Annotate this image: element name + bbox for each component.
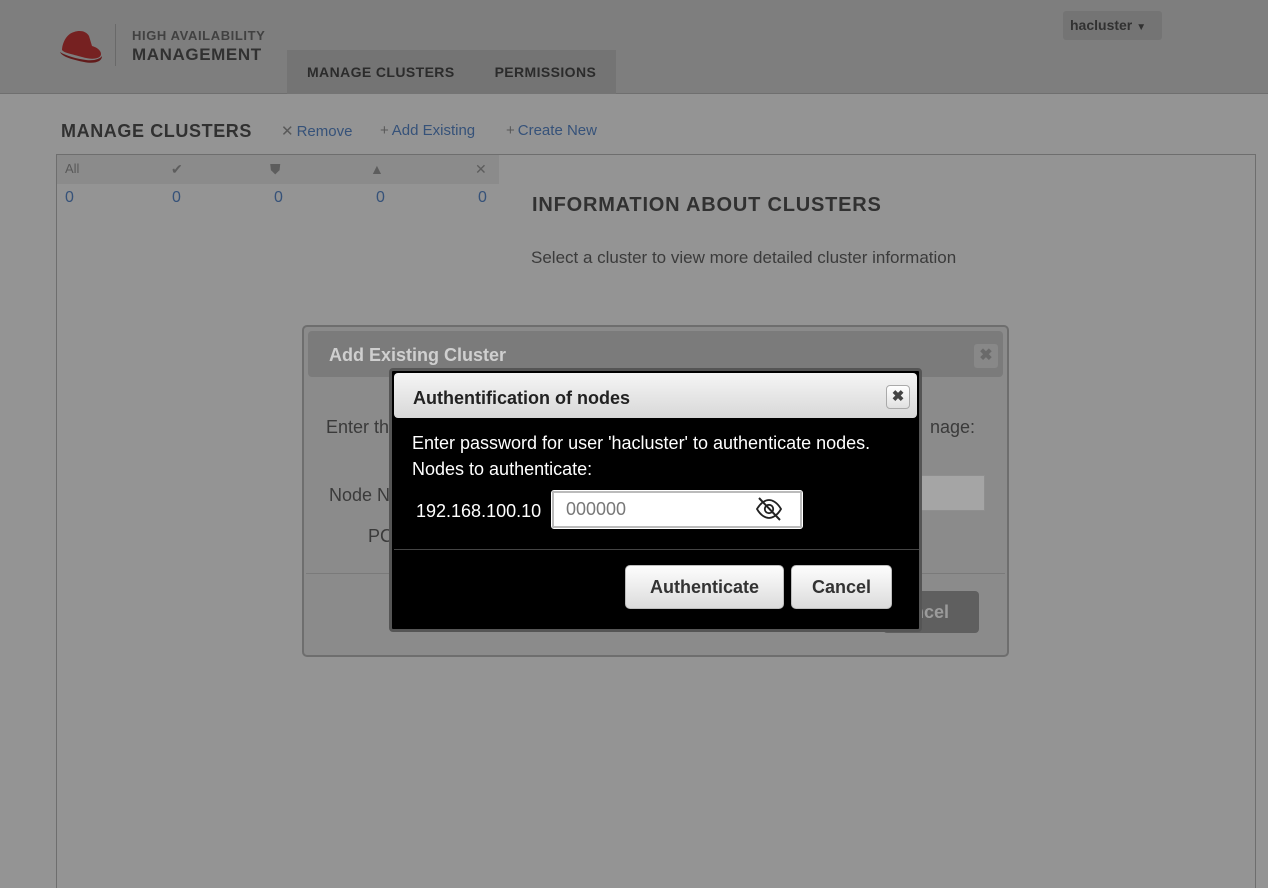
authentication-dialog: Authentification of nodes ✖ Enter passwo…	[389, 368, 922, 632]
dialog-titlebar: Authentification of nodes ✖	[394, 373, 917, 418]
authenticate-button[interactable]: Authenticate	[625, 565, 784, 609]
close-icon[interactable]: ✖	[974, 344, 998, 368]
close-icon[interactable]: ✖	[886, 385, 910, 409]
dialog-divider	[394, 549, 919, 550]
auth-instructions: Enter password for user 'hacluster' to a…	[412, 433, 871, 453]
dialog-title: Add Existing Cluster	[329, 345, 507, 365]
dialog-instructions-right: nage:	[930, 417, 976, 437]
eye-slash-icon[interactable]	[754, 495, 784, 523]
dialog-instructions-left: Enter th	[326, 417, 390, 437]
node-address: 192.168.100.10	[416, 501, 542, 521]
dialog-title: Authentification of nodes	[413, 388, 630, 408]
nodes-label: Nodes to authenticate:	[412, 459, 593, 479]
cancel-button[interactable]: Cancel	[791, 565, 892, 609]
node-name-label: Node N	[329, 485, 391, 505]
